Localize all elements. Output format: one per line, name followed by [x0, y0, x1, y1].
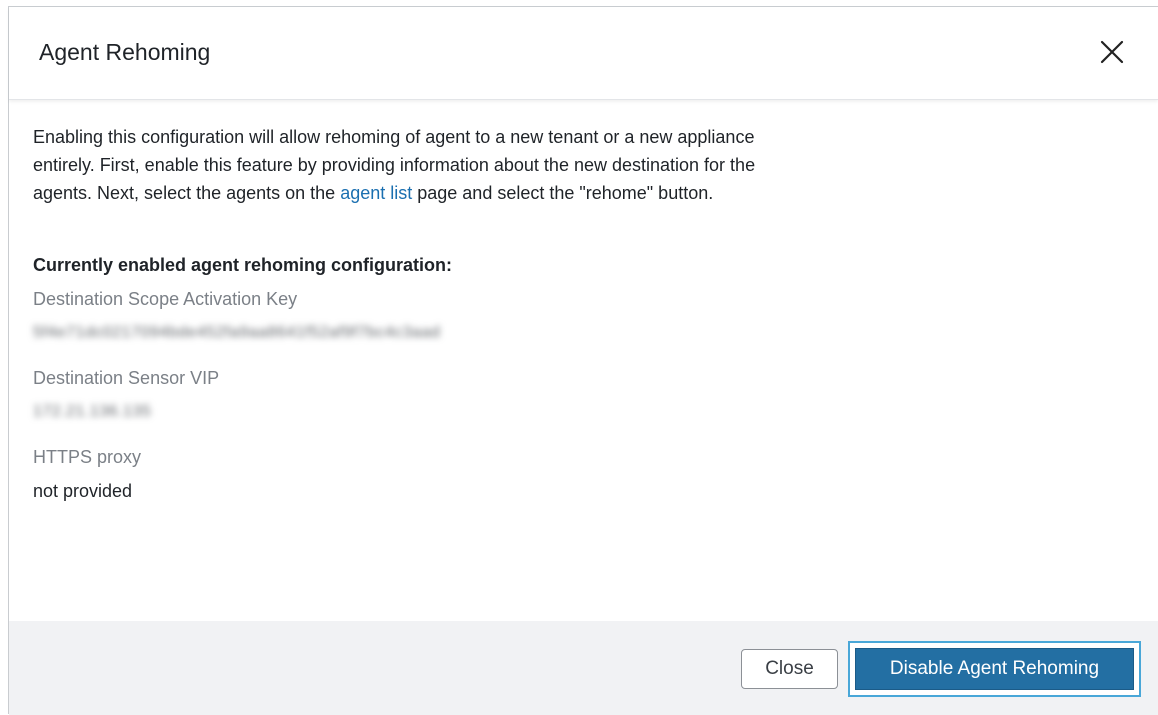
intro-text-after-link: page and select the "rehome" button.	[412, 183, 714, 203]
activation-key-value: 5f4e71dc0217094bde452fa9aa8641f52af9f7bc…	[33, 324, 441, 341]
dialog-header: Agent Rehoming	[9, 7, 1158, 100]
sensor-vip-value: 172.21.136.135	[33, 403, 152, 420]
dialog-body: Enabling this configuration will allow r…	[33, 123, 1133, 503]
config-field-https-proxy: HTTPS proxy not provided	[33, 445, 1133, 503]
intro-paragraph: Enabling this configuration will allow r…	[33, 123, 773, 207]
field-label: HTTPS proxy	[33, 447, 142, 467]
agent-rehoming-dialog: Agent Rehoming Enabling this configurati…	[8, 6, 1158, 715]
field-value-wrapper: 5f4e71dc0217094bde452fa9aa8641f52af9f7bc…	[33, 321, 1133, 345]
config-field-activation-key: Destination Scope Activation Key 5f4e71d…	[33, 287, 1133, 345]
agent-list-link[interactable]: agent list	[340, 183, 412, 203]
dialog-footer: Close Disable Agent Rehoming	[9, 621, 1158, 715]
https-proxy-value: not provided	[33, 481, 133, 501]
field-label: Destination Sensor VIP	[33, 368, 220, 388]
dialog-title: Agent Rehoming	[39, 39, 211, 65]
section-heading: Currently enabled agent rehoming configu…	[33, 255, 453, 275]
disable-agent-rehoming-button[interactable]: Disable Agent Rehoming	[855, 648, 1134, 690]
focus-ring: Disable Agent Rehoming	[848, 641, 1141, 697]
field-value-wrapper: 172.21.136.135	[33, 400, 1133, 424]
close-icon[interactable]	[1097, 37, 1127, 67]
close-icon-glyph	[1100, 40, 1124, 64]
close-button[interactable]: Close	[741, 649, 838, 689]
config-field-sensor-vip: Destination Sensor VIP 172.21.136.135	[33, 366, 1133, 424]
field-label: Destination Scope Activation Key	[33, 289, 298, 309]
